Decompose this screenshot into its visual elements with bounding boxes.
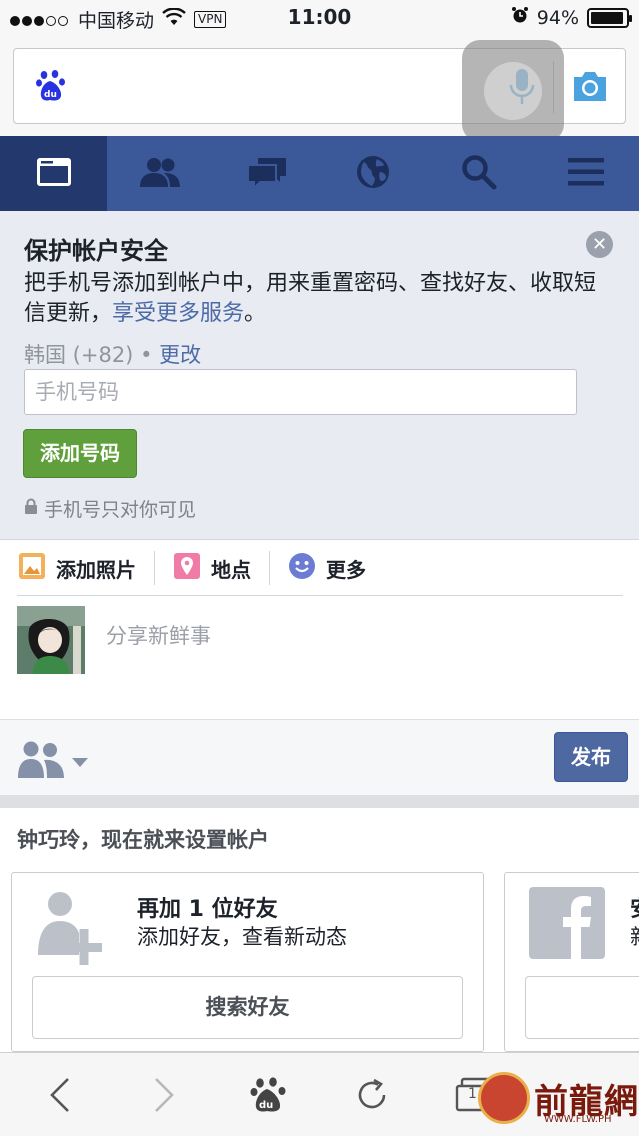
- facebook-top-nav: [0, 136, 639, 211]
- baidu-paw-icon: du: [36, 69, 66, 107]
- change-country-link[interactable]: 更改: [159, 343, 201, 367]
- status-right: 94%: [511, 6, 632, 29]
- add-friend-icon: [36, 887, 104, 973]
- card-title: 安: [630, 891, 639, 923]
- location-pin-icon: [173, 552, 201, 585]
- lock-icon: [24, 498, 38, 520]
- alarm-icon: [511, 6, 529, 29]
- close-icon[interactable]: ✕: [586, 231, 613, 258]
- card-subtitle: 新: [630, 921, 639, 951]
- tab-search[interactable]: [426, 136, 532, 211]
- more-services-link[interactable]: 享受更多服务: [112, 301, 244, 326]
- avatar[interactable]: [17, 606, 85, 674]
- publish-button[interactable]: 发布: [554, 732, 628, 782]
- forward-icon[interactable]: [142, 1073, 186, 1117]
- card-title: 再加 1 位好友: [137, 897, 278, 922]
- add-photo-button[interactable]: 添加照片: [0, 551, 154, 585]
- tab-notifications[interactable]: [320, 136, 426, 211]
- card-subtitle: 添加好友，查看新动态: [137, 925, 347, 949]
- svg-text:du: du: [44, 90, 57, 100]
- tab-friends[interactable]: [107, 136, 213, 211]
- refresh-icon[interactable]: [350, 1073, 394, 1117]
- add-photo-label: 添加照片: [56, 557, 136, 582]
- add-number-button[interactable]: 添加号码: [23, 429, 137, 478]
- more-label: 更多: [326, 557, 366, 582]
- baidu-home-icon[interactable]: du: [246, 1073, 290, 1117]
- photo-icon: [18, 552, 46, 585]
- back-icon[interactable]: [38, 1073, 82, 1117]
- country-code-row: 韩国 (+82) • 更改: [24, 339, 201, 369]
- secure-account-panel: 保护帐户安全 ✕ 把手机号添加到帐户中，用来重置密码、查找好友、收取短信更新，享…: [0, 211, 639, 540]
- divider: [17, 595, 623, 596]
- description-end: 。: [244, 301, 267, 326]
- svg-text:du: du: [259, 1100, 273, 1111]
- assistive-touch-button[interactable]: [462, 40, 564, 142]
- messages-icon: [246, 155, 288, 193]
- composer-actions: 添加照片 地点 更多: [0, 540, 639, 596]
- tab-menu[interactable]: [533, 136, 639, 211]
- panel-title: 保护帐户安全: [24, 237, 168, 265]
- description-text: 把手机号添加到帐户中，用来重置密码、查找好友、收取短信更新，: [24, 271, 597, 326]
- tab-news-feed[interactable]: [0, 136, 107, 211]
- globe-icon: [355, 154, 391, 194]
- privacy-text: 手机号只对你可见: [44, 499, 197, 521]
- news-feed-icon: [35, 156, 73, 192]
- add-friend-card: 再加 1 位好友 添加好友，查看新动态 搜索好友: [11, 872, 484, 1052]
- status-composer-input[interactable]: 分享新鲜事: [106, 620, 211, 650]
- friends-icon: [138, 156, 182, 192]
- menu-icon: [567, 157, 604, 191]
- next-setup-card: 安 新: [504, 872, 639, 1052]
- find-friends-button[interactable]: 搜索好友: [32, 976, 463, 1039]
- battery-icon: [587, 7, 632, 28]
- section-divider: [0, 795, 639, 808]
- tabs-count: 1: [468, 1086, 477, 1102]
- watermark-url: WWW.FLW.PH: [544, 1114, 612, 1125]
- tab-messages[interactable]: [213, 136, 319, 211]
- browser-address-bar: du: [0, 36, 639, 142]
- country-code: 韩国 (+82): [24, 343, 134, 367]
- location-label: 地点: [211, 557, 251, 582]
- more-button[interactable]: 更多: [269, 551, 384, 585]
- phone-number-input[interactable]: [24, 369, 577, 415]
- smiley-icon: [288, 552, 316, 585]
- watermark-logo-icon: [478, 1072, 530, 1124]
- separator-dot: •: [133, 343, 160, 367]
- privacy-note: 手机号只对你可见: [24, 495, 196, 522]
- battery-percent: 94%: [536, 6, 579, 29]
- location-button[interactable]: 地点: [154, 551, 269, 585]
- panel-description: 把手机号添加到帐户中，用来重置密码、查找好友、收取短信更新，享受更多服务。: [24, 269, 614, 329]
- camera-icon[interactable]: [571, 69, 609, 107]
- audience-selector[interactable]: [16, 738, 92, 784]
- setup-title: 钟巧玲，现在就来设置帐户: [17, 828, 269, 852]
- search-icon: [461, 154, 497, 194]
- card-button[interactable]: [525, 976, 639, 1039]
- composer-footer: 发布: [0, 719, 639, 795]
- status-bar: 中国移动 VPN 11:00 94%: [0, 0, 639, 36]
- facebook-logo-icon: [529, 887, 605, 963]
